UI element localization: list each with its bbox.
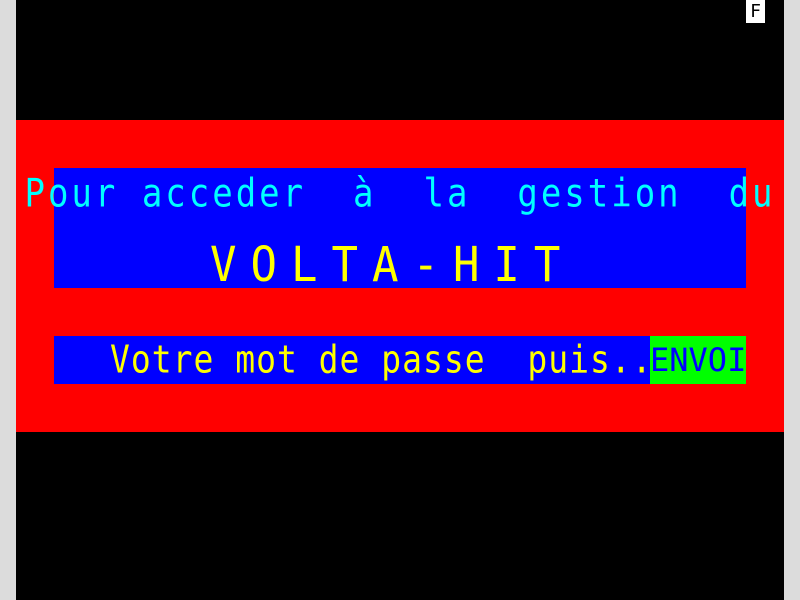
service-name: VOLTA-HIT [210, 237, 575, 294]
status-indicator: F [746, 0, 765, 23]
screen-border-right [784, 0, 800, 600]
title-line-1: Pour acceder à la gestion du [24, 171, 776, 217]
minitel-screen: F Pour acceder à la gestion du VOLTA-HIT… [0, 0, 800, 600]
screen-border-left [0, 0, 16, 600]
password-prompt: Votre mot de passe puis... [110, 337, 674, 382]
envoi-button[interactable]: ENVOI [650, 336, 746, 384]
